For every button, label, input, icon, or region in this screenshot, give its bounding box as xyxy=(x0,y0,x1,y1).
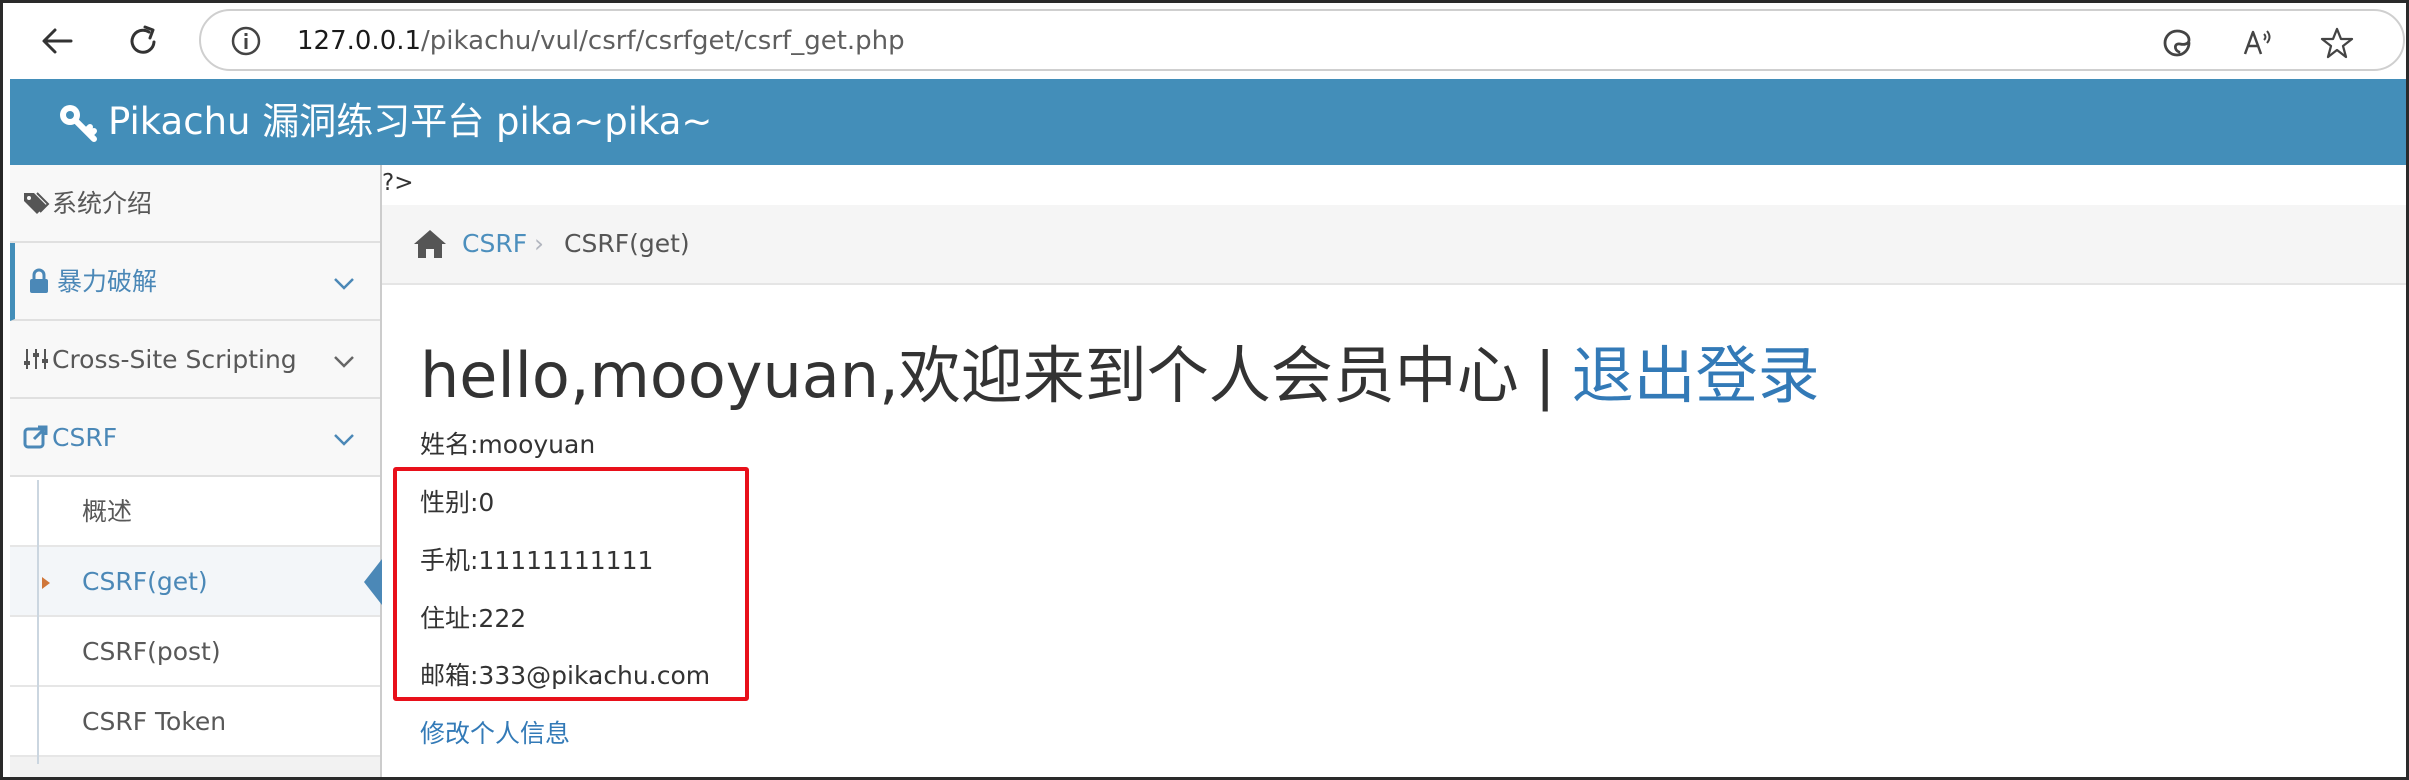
sidebar-subitem-csrf-post[interactable]: CSRF(post) xyxy=(10,617,380,687)
home-icon[interactable] xyxy=(412,227,448,261)
reload-icon xyxy=(130,25,156,54)
app-header: Pikachu 漏洞练习平台 pika~pika~ xyxy=(10,79,2406,165)
url-text[interactable]: 127.0.0.1/pikachu/vul/csrf/csrfget/csrf_… xyxy=(297,24,905,58)
sidebar-item-csrf[interactable]: CSRF xyxy=(10,399,380,477)
share-square-icon xyxy=(23,425,48,449)
info-icon[interactable] xyxy=(229,24,263,58)
sidebar-item-label: 暴力破解 xyxy=(57,267,158,296)
url-path: /pikachu/vul/csrf/csrfget/csrf_get.php xyxy=(421,26,905,56)
back-button[interactable] xyxy=(31,15,83,67)
sliders-icon xyxy=(24,349,48,369)
reload-button[interactable] xyxy=(117,15,169,67)
app-title[interactable]: Pikachu 漏洞练习平台 pika~pika~ xyxy=(108,97,712,147)
chevron-down-icon xyxy=(334,278,354,290)
sidebar-item-xss[interactable]: Cross-Site Scripting xyxy=(10,321,380,399)
sidebar-item-label: Cross-Site Scripting xyxy=(52,345,297,374)
submenu-guide-line xyxy=(37,480,39,764)
sidebar-subitem-label: 概述 xyxy=(82,497,133,526)
key-icon xyxy=(60,105,97,142)
title-separator: | xyxy=(1534,339,1556,412)
breadcrumb-separator: › xyxy=(534,229,544,258)
sidebar-item-brute-force[interactable]: 暴力破解 xyxy=(10,243,380,321)
chevron-down-icon xyxy=(334,434,354,446)
caret-right-icon xyxy=(42,577,50,589)
sidebar-item-intro[interactable]: 系统介绍 xyxy=(10,165,380,243)
chevron-down-icon xyxy=(334,356,354,368)
favorite-star-icon[interactable] xyxy=(2319,25,2355,61)
back-arrow-icon xyxy=(42,28,73,54)
logout-link[interactable]: 退出登录 xyxy=(1572,339,1820,412)
field-name: 姓名:mooyuan xyxy=(420,430,596,459)
sidebar-subitem-label: CSRF(post) xyxy=(82,637,221,666)
sidebar-item-label: 系统介绍 xyxy=(52,189,153,218)
page-title: hello,mooyuan,欢迎来到个人会员中心 | 退出登录 xyxy=(420,336,1820,416)
edit-profile-link[interactable]: 修改个人信息 xyxy=(420,717,570,751)
breadcrumb-section-link[interactable]: CSRF xyxy=(462,227,527,261)
edge-collections-icon[interactable] xyxy=(2159,25,2195,61)
php-close-tag: ?> xyxy=(382,170,414,196)
sidebar-subitem-label: CSRF Token xyxy=(82,707,227,736)
breadcrumb: CSRF › CSRF(get) xyxy=(382,205,2406,285)
highlight-box xyxy=(393,467,749,701)
sidebar-subitem-label: CSRF(get) xyxy=(82,567,208,596)
sidebar-subitem-csrf-get[interactable]: CSRF(get) xyxy=(10,547,382,617)
lock-icon xyxy=(30,268,48,293)
tags-icon xyxy=(24,192,50,214)
active-pointer-icon xyxy=(364,559,382,605)
url-host: 127.0.0.1 xyxy=(297,26,422,56)
sidebar-subitem-csrf-token[interactable]: CSRF Token xyxy=(10,687,380,757)
browser-toolbar: 127.0.0.1/pikachu/vul/csrf/csrfget/csrf_… xyxy=(3,3,2406,79)
sidebar-subitem-overview[interactable]: 概述 xyxy=(10,477,380,547)
edge-icon xyxy=(2163,29,2191,57)
sidebar-item-label: CSRF xyxy=(52,423,118,452)
address-bar[interactable]: 127.0.0.1/pikachu/vul/csrf/csrfget/csrf_… xyxy=(199,9,2405,71)
sidebar: 系统介绍 暴力破解 Cross-Site Scripting CSRF 概述 C… xyxy=(10,165,382,777)
welcome-text: hello,mooyuan,欢迎来到个人会员中心 xyxy=(420,339,1519,412)
read-aloud-icon[interactable] xyxy=(2239,25,2275,61)
breadcrumb-current: CSRF(get) xyxy=(564,229,690,258)
